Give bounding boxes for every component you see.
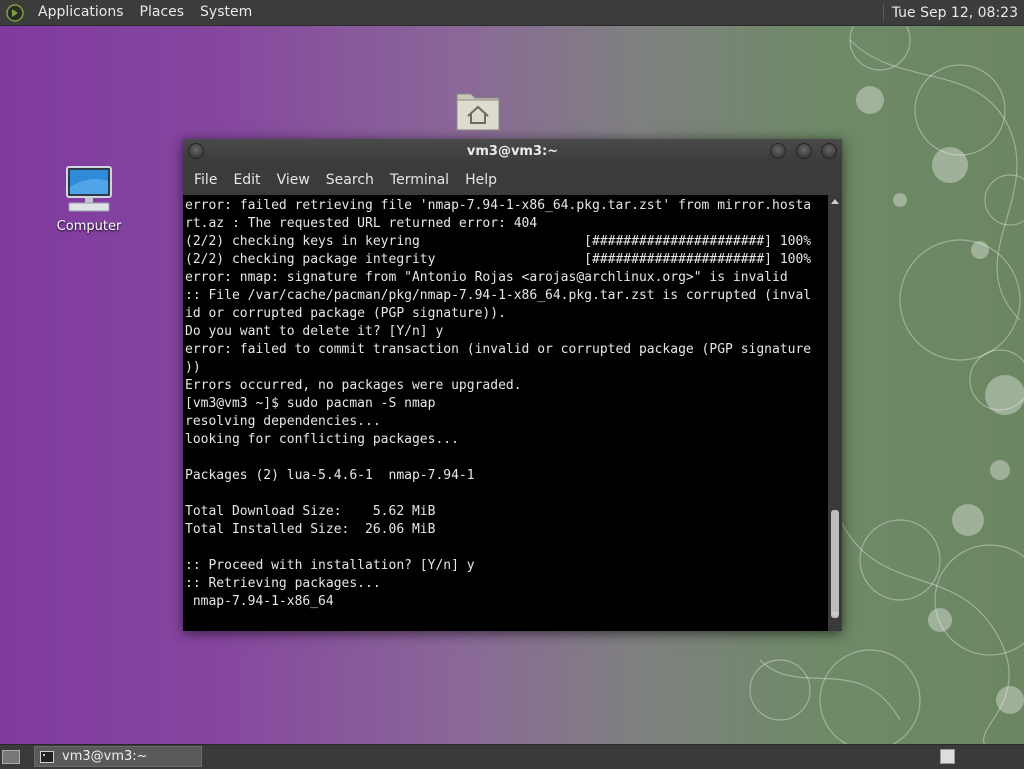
scroll-up-arrow-icon[interactable] xyxy=(831,199,839,204)
terminal-line: id or corrupted package (PGP signature))… xyxy=(185,306,506,321)
places-menu[interactable]: Places xyxy=(132,0,193,25)
window-titlebar[interactable]: vm3@vm3:~ xyxy=(183,139,842,165)
terminal-line: resolving dependencies... xyxy=(185,414,381,429)
terminal-line: (2/2) checking package integrity [######… xyxy=(185,252,812,267)
terminal-line: Do you want to delete it? [Y/n] y xyxy=(185,324,444,339)
maximize-button[interactable] xyxy=(796,143,812,159)
terminal-line: :: File /var/cache/pacman/pkg/nmap-7.94-… xyxy=(185,288,812,303)
window-title: vm3@vm3:~ xyxy=(466,144,559,159)
terminal-output[interactable]: error: failed retrieving file 'nmap-7.94… xyxy=(185,197,825,629)
scroll-down-arrow-icon[interactable] xyxy=(831,612,839,617)
menu-file[interactable]: File xyxy=(186,165,225,195)
terminal-line: :: Retrieving packages... xyxy=(185,576,381,591)
computer-desktop-icon[interactable]: Computer xyxy=(52,165,126,234)
mate-logo-icon[interactable] xyxy=(6,3,24,22)
terminal-line: Total Download Size: 5.62 MiB xyxy=(185,504,436,519)
terminal-line: error: nmap: signature from "Antonio Roj… xyxy=(185,270,788,285)
terminal-line: error: failed retrieving file 'nmap-7.94… xyxy=(185,198,812,213)
terminal-line: :: Proceed with installation? [Y/n] y xyxy=(185,558,475,573)
terminal-line: Total Installed Size: 26.06 MiB xyxy=(185,522,436,537)
terminal-line: error: failed to commit transaction (inv… xyxy=(185,342,812,357)
window-menu-button[interactable] xyxy=(188,143,204,159)
terminal-line: looking for conflicting packages... xyxy=(185,432,459,447)
window-menubar: File Edit View Search Terminal Help xyxy=(183,165,842,195)
system-menu[interactable]: System xyxy=(192,0,260,25)
terminal-line: rt.az : The requested URL returned error… xyxy=(185,216,538,231)
monitor-icon xyxy=(66,166,112,212)
menu-view[interactable]: View xyxy=(269,165,318,195)
show-desktop-icon[interactable] xyxy=(2,750,20,764)
taskbar-terminal-button[interactable]: vm3@vm3:~ xyxy=(34,746,202,767)
scrollbar-thumb[interactable] xyxy=(831,510,839,618)
terminal-line: [vm3@vm3 ~]$ sudo pacman -S nmap xyxy=(185,396,436,411)
menu-terminal[interactable]: Terminal xyxy=(382,165,457,195)
minimize-button[interactable] xyxy=(770,143,786,159)
close-button[interactable] xyxy=(821,143,837,159)
terminal-line: Errors occurred, no packages were upgrad… xyxy=(185,378,522,393)
terminal-icon xyxy=(40,750,54,763)
top-panel: Applications Places System Tue Sep 12, 0… xyxy=(0,0,1024,26)
terminal-line: nmap-7.94-1-x86_64 xyxy=(185,594,334,609)
applications-menu[interactable]: Applications xyxy=(30,0,132,25)
terminal-window[interactable]: vm3@vm3:~ File Edit View Search Terminal… xyxy=(183,139,842,631)
menu-edit[interactable]: Edit xyxy=(225,165,268,195)
panel-divider xyxy=(882,4,884,21)
terminal-line: (2/2) checking keys in keyring [########… xyxy=(185,234,812,249)
workspace-switcher[interactable] xyxy=(940,749,955,764)
clock[interactable]: Tue Sep 12, 08:23 xyxy=(892,5,1024,21)
terminal-area[interactable]: error: failed retrieving file 'nmap-7.94… xyxy=(183,195,842,631)
computer-label: Computer xyxy=(56,219,122,234)
taskbar-terminal-label: vm3@vm3:~ xyxy=(62,749,148,764)
home-folder-icon[interactable] xyxy=(455,88,501,132)
bottom-panel: vm3@vm3:~ xyxy=(0,744,1024,769)
terminal-line: Packages (2) lua-5.4.6-1 nmap-7.94-1 xyxy=(185,468,475,483)
terminal-line: )) xyxy=(185,360,201,375)
terminal-scrollbar[interactable] xyxy=(828,195,842,631)
menu-help[interactable]: Help xyxy=(457,165,505,195)
menu-search[interactable]: Search xyxy=(318,165,382,195)
